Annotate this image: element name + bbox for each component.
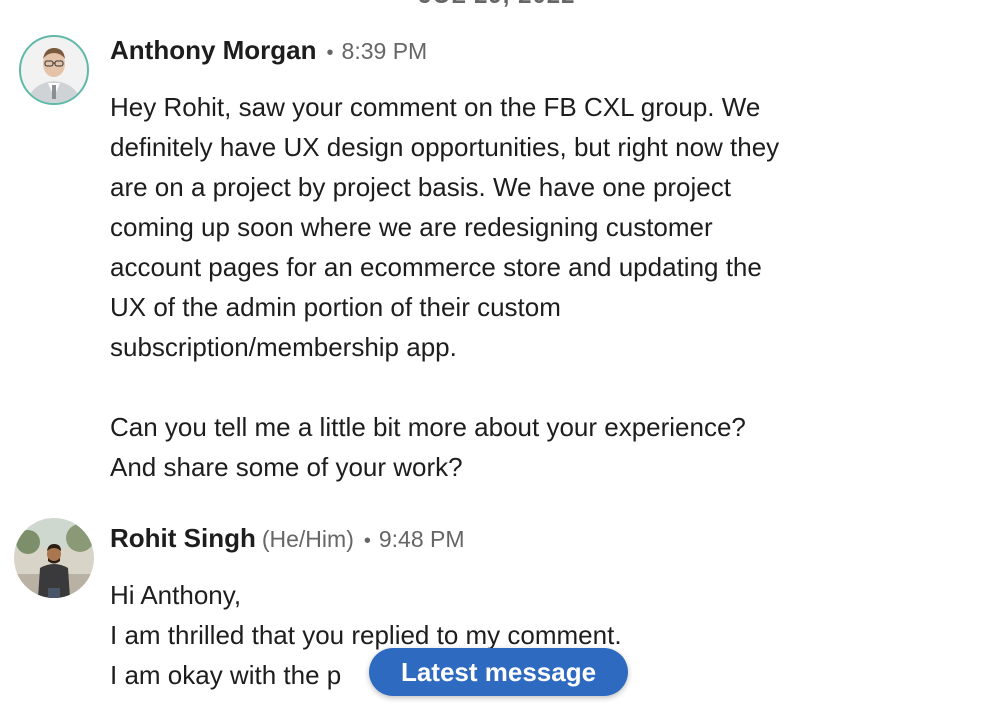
message-time: 9:48 PM bbox=[378, 526, 465, 552]
sender-name[interactable]: Anthony Morgan bbox=[110, 35, 317, 65]
sender-pronouns: (He/Him) bbox=[261, 526, 354, 552]
message-time: 8:39 PM bbox=[341, 38, 428, 64]
sender-name[interactable]: Rohit Singh bbox=[110, 523, 256, 553]
message-line: are on a project by project basis. We ha… bbox=[110, 172, 731, 202]
message-line: Can you tell me a little bit more about … bbox=[110, 412, 746, 442]
message-line: definitely have UX design opportunities,… bbox=[110, 132, 780, 162]
separator-dot: • bbox=[363, 530, 371, 552]
message-line: And share some of your work? bbox=[110, 452, 463, 482]
message-line: subscription/membership app. bbox=[110, 332, 457, 362]
message-header: Rohit Singh (He/Him) • 9:48 PM bbox=[110, 522, 465, 559]
separator-dot: • bbox=[326, 42, 334, 64]
person-photo-icon bbox=[21, 37, 87, 103]
message-line: Hey Rohit, saw your comment on the FB CX… bbox=[110, 92, 761, 122]
message-line bbox=[110, 367, 779, 407]
latest-message-button[interactable]: Latest message bbox=[369, 648, 628, 696]
avatar-anthony-morgan[interactable] bbox=[19, 35, 89, 105]
message-body: Hey Rohit, saw your comment on the FB CX… bbox=[110, 87, 779, 487]
message-line: coming up soon where we are redesigning … bbox=[110, 212, 713, 242]
message-header: Anthony Morgan • 8:39 PM bbox=[110, 34, 427, 71]
avatar-rohit-singh[interactable] bbox=[14, 518, 94, 598]
message-line: account pages for an ecommerce store and… bbox=[110, 252, 762, 282]
message-line: Hi Anthony, bbox=[110, 580, 242, 610]
message-line: UX of the admin portion of their custom bbox=[110, 292, 561, 322]
date-divider: JUL 29, 2022 bbox=[0, 0, 994, 10]
person-photo-icon bbox=[14, 518, 94, 598]
